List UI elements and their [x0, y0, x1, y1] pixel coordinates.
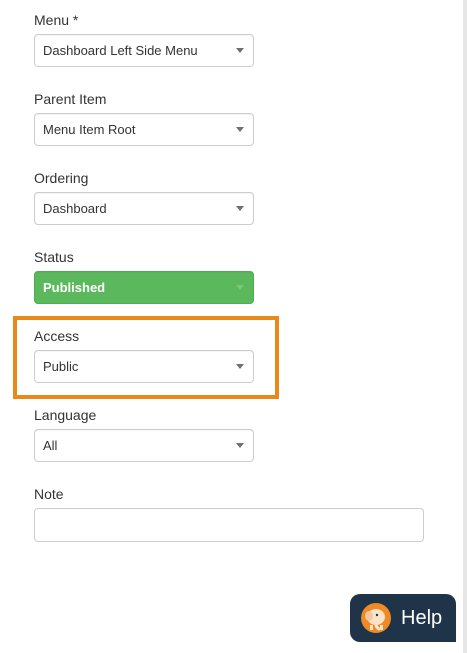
note-input[interactable]	[34, 508, 424, 542]
status-select[interactable]: Published	[34, 271, 254, 304]
caret-down-icon	[236, 48, 244, 53]
ordering-select-value: Dashboard	[43, 201, 107, 216]
parent-item-label: Parent Item	[34, 91, 107, 107]
caret-down-icon	[236, 206, 244, 211]
ordering-select[interactable]: Dashboard	[34, 192, 254, 225]
ordering-label: Ordering	[34, 170, 89, 186]
caret-down-icon	[236, 285, 244, 290]
help-label: Help	[401, 607, 443, 629]
menu-select-value: Dashboard Left Side Menu	[43, 43, 198, 58]
status-label: Status	[34, 249, 74, 265]
parent-item-select-value: Menu Item Root	[43, 122, 136, 137]
access-select[interactable]: Public	[34, 350, 254, 383]
note-label: Note	[34, 486, 64, 502]
scrollbar-edge	[463, 0, 467, 653]
help-button[interactable]: Help	[350, 594, 456, 642]
language-select[interactable]: All	[34, 429, 254, 462]
access-label: Access	[34, 328, 80, 344]
parent-item-select[interactable]: Menu Item Root	[34, 113, 254, 146]
caret-down-icon	[236, 443, 244, 448]
caret-down-icon	[236, 364, 244, 369]
language-select-value: All	[43, 438, 58, 453]
caret-down-icon	[236, 127, 244, 132]
menu-label: Menu *	[34, 12, 79, 28]
access-select-value: Public	[43, 359, 79, 374]
language-label: Language	[34, 407, 97, 423]
status-select-value: Published	[43, 280, 106, 295]
elephant-mascot-icon	[361, 603, 391, 633]
menu-select[interactable]: Dashboard Left Side Menu	[34, 34, 254, 67]
